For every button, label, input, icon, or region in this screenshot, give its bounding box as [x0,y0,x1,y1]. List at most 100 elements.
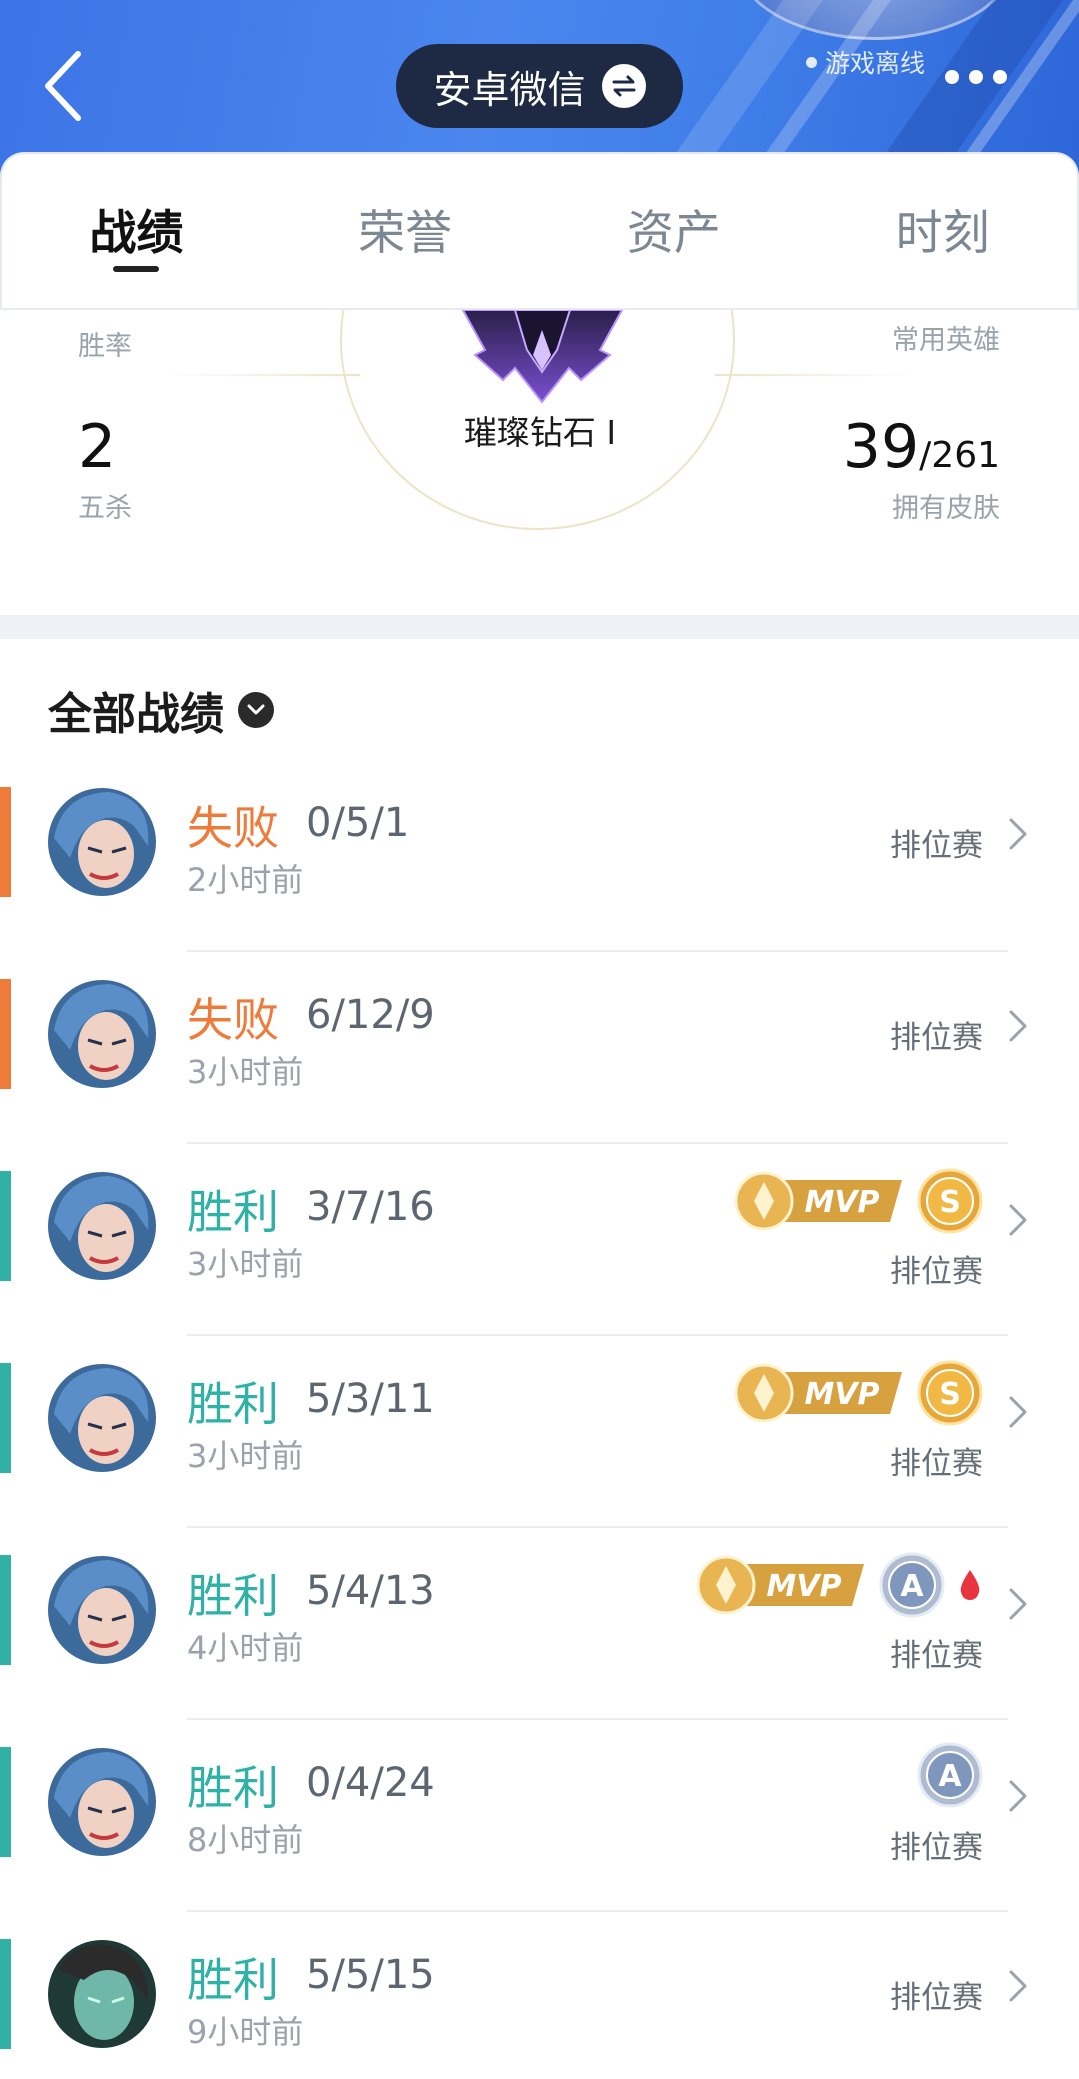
medal-grade-label: A [938,1759,962,1794]
chevron-left-icon [45,51,81,121]
mvp-label: MVP [804,1377,879,1412]
record-result: 失败 [187,801,279,855]
mvp-badge-icon: MVP [730,1358,905,1428]
medal-grade-label: S [939,1185,961,1220]
hero-avatar [48,1940,156,2048]
penta-kills-label: 五杀 [78,493,132,524]
hero-portrait-icon [48,1556,156,1664]
mvp-label: MVP [804,1185,879,1220]
chevron-right-icon [1009,1780,1027,1812]
account-label: 安卓微信 [433,67,586,112]
skins-value: 39/261 [843,412,1000,482]
first-blood-icon [960,1570,980,1600]
hero-avatar [48,1172,156,1280]
hero-avatar [48,1748,156,1856]
penta-kills-value: 2 [78,412,117,482]
account-switch-button[interactable]: 安卓微信 [396,44,683,128]
skins-label: 拥有皮肤 [892,493,1000,524]
a-medal-icon: A [917,1742,983,1808]
record-mode: 排位赛 [890,1638,983,1674]
hero-portrait-icon [48,980,156,1088]
chevron-right-icon [1009,1970,1027,2002]
hero-portrait-icon [48,788,156,896]
tab-honors[interactable]: 荣誉 [271,154,540,308]
more-icon [945,70,959,84]
record-row[interactable]: 胜利 5/4/13 4小时前 MVP A 排位赛 [0,1528,1079,1720]
section-divider [0,615,1079,639]
tab-records[interactable]: 战绩 [2,154,271,308]
a-medal-icon: A [879,1552,945,1618]
header-bar: 安卓微信 游戏离线 [0,0,1079,175]
record-time: 2小时前 [187,861,304,899]
chevron-right-icon [1009,1010,1027,1042]
record-time: 3小时前 [187,1437,304,1475]
record-kda: 6/12/9 [306,992,435,1038]
record-mode: 排位赛 [890,1830,983,1866]
record-result: 胜利 [187,1377,279,1431]
record-kda: 5/4/13 [306,1568,435,1614]
records-title: 全部战绩 [48,689,224,740]
tab-assets[interactable]: 资产 [540,154,809,308]
record-row[interactable]: 胜利 3/7/16 3小时前 MVP S 排位赛 [0,1144,1079,1336]
record-result: 胜利 [187,1185,279,1239]
record-kda: 5/5/15 [306,1952,435,1998]
win-rate-label: 胜率 [78,331,132,362]
record-row[interactable]: 胜利 5/3/11 3小时前 MVP S 排位赛 [0,1336,1079,1528]
record-result: 胜利 [187,1761,279,1815]
record-result: 胜利 [187,1569,279,1623]
hero-avatar [48,980,156,1088]
record-time: 4小时前 [187,1629,304,1667]
result-indicator [0,787,11,897]
record-row[interactable]: 胜利 0/4/24 8小时前 A 排位赛 [0,1720,1079,1912]
chevron-right-icon [1009,1204,1027,1236]
favorite-hero-label: 常用英雄 [892,325,1000,356]
mvp-badge-icon: MVP [692,1550,867,1620]
result-indicator [0,1363,11,1473]
tab-moments[interactable]: 时刻 [808,154,1077,308]
record-result: 失败 [187,993,279,1047]
chevron-right-icon [1009,1396,1027,1428]
records-filter-dropdown[interactable]: 全部战绩 [48,678,274,742]
record-row[interactable]: 胜利 5/5/15 9小时前 排位赛 [0,1912,1079,2079]
chevron-down-icon [238,692,274,728]
record-mode: 排位赛 [890,1020,983,1056]
chevron-right-icon [1009,1588,1027,1620]
game-status-label: 游戏离线 [825,49,926,78]
stats-panel: 璀璨钻石 I 胜率 常用英雄 2 五杀 39/261 拥有皮肤 [0,310,1079,615]
hero-portrait-icon [48,1364,156,1472]
hero-avatar [48,1556,156,1664]
more-button[interactable] [945,70,1007,84]
status-dot [806,56,817,68]
diamond-rank-emblem-icon [461,310,624,404]
record-time: 3小时前 [187,1053,304,1091]
swap-icon [601,64,646,108]
record-row[interactable]: 失败 6/12/9 3小时前 排位赛 [0,952,1079,1144]
record-badges: A [917,1742,983,1808]
record-mode: 排位赛 [890,1254,983,1290]
record-badges: MVP A [692,1550,983,1620]
record-row[interactable]: 失败 0/5/1 2小时前 排位赛 [0,760,1079,952]
record-time: 3小时前 [187,1245,304,1283]
record-kda: 0/5/1 [306,800,410,846]
record-result: 胜利 [187,1953,279,2007]
record-badges: MVP S [730,1166,983,1236]
result-indicator [0,1939,11,2049]
record-kda: 5/3/11 [306,1376,435,1422]
record-kda: 0/4/24 [306,1760,435,1806]
record-time: 8小时前 [187,1821,304,1859]
back-button[interactable] [40,48,90,124]
hero-avatar [48,1364,156,1472]
result-indicator [0,1171,11,1281]
s-medal-icon: S [917,1168,983,1234]
rank-name: 璀璨钻石 I [463,413,617,452]
result-indicator [0,1747,11,1857]
result-indicator [0,1555,11,1665]
record-mode: 排位赛 [890,1980,983,2016]
mvp-label: MVP [766,1569,841,1604]
tab-bar: 战绩 荣誉 资产 时刻 [0,152,1079,310]
record-mode: 排位赛 [890,1446,983,1482]
game-status: 游戏离线 [806,44,925,80]
record-kda: 3/7/16 [306,1184,435,1230]
skins-owned: 39 [842,412,920,482]
result-indicator [0,979,11,1089]
